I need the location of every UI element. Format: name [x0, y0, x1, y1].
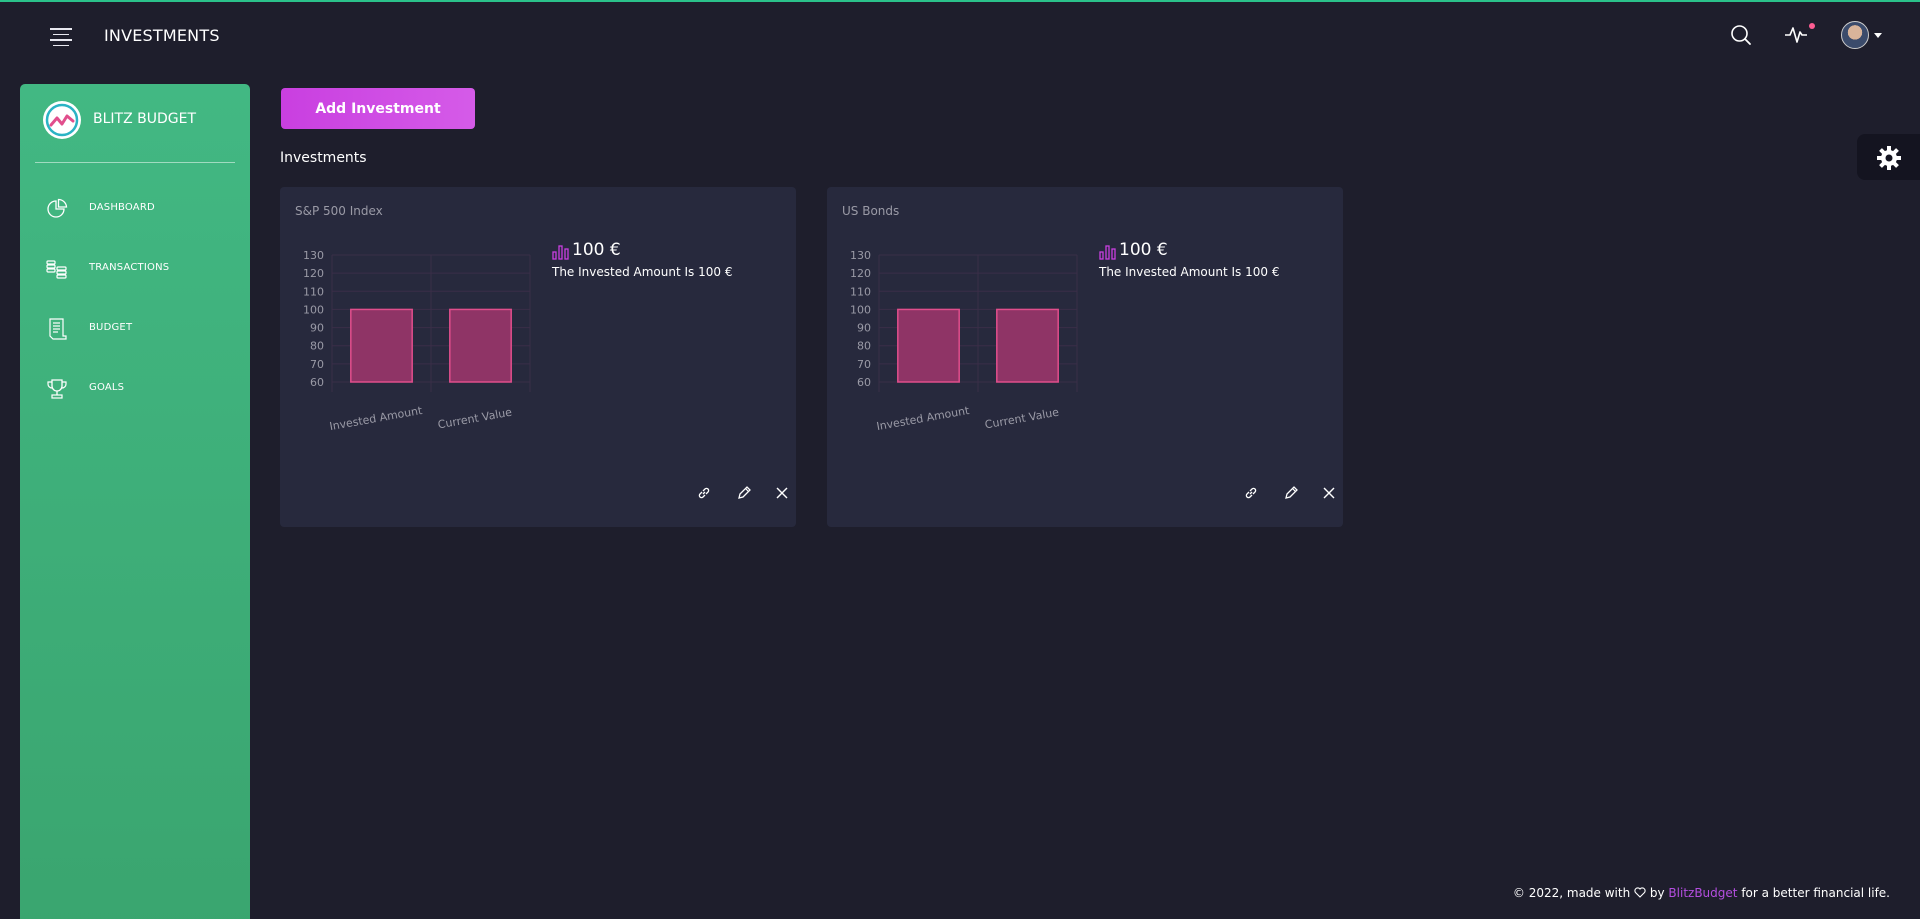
- sidebar: BLITZ BUDGET DASHBOARD TRANSACTIONS BUDG…: [20, 84, 250, 919]
- x-tick-label: Current Value: [984, 406, 1060, 432]
- trophy-icon: [46, 378, 68, 404]
- sidebar-item-label: TRANSACTIONS: [89, 262, 170, 273]
- y-tick-label: 70: [857, 358, 871, 371]
- page-title: INVESTMENTS: [104, 26, 220, 45]
- y-tick-label: 110: [850, 285, 871, 298]
- sidebar-item-goals[interactable]: GOALS: [46, 374, 236, 404]
- y-tick-label: 70: [310, 358, 324, 371]
- add-investment-button[interactable]: Add Investment: [281, 88, 475, 129]
- y-tick-label: 80: [857, 340, 871, 353]
- sidebar-item-label: GOALS: [89, 382, 125, 393]
- y-tick-label: 60: [857, 376, 871, 389]
- y-tick-label: 90: [857, 322, 871, 335]
- hamburger-icon[interactable]: [50, 28, 72, 46]
- investment-card: US Bonds 60 70 80 90 100 110 120 130 Invested Am…: [827, 187, 1343, 527]
- link-icon[interactable]: [697, 485, 711, 504]
- footer-prefix: © 2022, made with: [1512, 886, 1631, 900]
- investment-bar-chart: 60 70 80 90 100 110 120 130 Invested Amount Curre…: [850, 249, 1078, 433]
- y-tick-label: 130: [850, 249, 871, 262]
- link-icon[interactable]: [1244, 485, 1258, 504]
- sidebar-divider: [35, 162, 235, 163]
- bar: [350, 308, 413, 383]
- search-icon[interactable]: [1730, 24, 1752, 50]
- receipt-icon: [46, 318, 68, 344]
- bar: [996, 308, 1059, 383]
- close-icon[interactable]: [775, 485, 789, 504]
- bar-chart-icon: [552, 244, 570, 264]
- notification-dot: [1809, 23, 1815, 29]
- y-tick-label: 120: [850, 267, 871, 280]
- stat-value: 100 €: [1119, 240, 1168, 260]
- stat-description: The Invested Amount Is 100 €: [552, 265, 733, 279]
- heart-icon: [1634, 886, 1650, 900]
- avatar[interactable]: [1841, 21, 1869, 49]
- footer: © 2022, made with by BlitzBudget for a b…: [1513, 886, 1890, 900]
- bar: [897, 308, 960, 383]
- brand-name: BLITZ BUDGET: [93, 111, 197, 127]
- pencil-icon[interactable]: [737, 485, 751, 504]
- footer-by: by: [1649, 886, 1665, 900]
- sidebar-item-dashboard[interactable]: DASHBOARD: [46, 194, 236, 224]
- sidebar-item-budget[interactable]: BUDGET: [46, 314, 236, 344]
- footer-suffix: for a better financial life.: [1741, 886, 1890, 900]
- bar: [449, 308, 512, 383]
- x-tick-label: Invested Amount: [875, 404, 971, 433]
- y-tick-label: 90: [310, 322, 324, 335]
- brand-logo-icon: [43, 101, 81, 139]
- pulse-icon[interactable]: [1784, 24, 1808, 50]
- chevron-down-icon[interactable]: [1874, 33, 1882, 38]
- y-tick-label: 100: [303, 303, 324, 316]
- settings-toggle[interactable]: [1857, 134, 1920, 180]
- y-tick-label: 120: [303, 267, 324, 280]
- pie-chart-icon: [46, 198, 68, 224]
- stat-description: The Invested Amount Is 100 €: [1099, 265, 1280, 279]
- pencil-icon[interactable]: [1284, 485, 1298, 504]
- y-tick-label: 130: [303, 249, 324, 262]
- y-tick-label: 80: [310, 340, 324, 353]
- x-tick-label: Current Value: [437, 406, 513, 432]
- y-tick-label: 100: [850, 303, 871, 316]
- y-tick-label: 110: [303, 285, 324, 298]
- bar-chart-icon: [1099, 244, 1117, 264]
- footer-brand-link[interactable]: BlitzBudget: [1668, 886, 1737, 900]
- top-navbar: INVESTMENTS: [0, 2, 1920, 68]
- sidebar-item-transactions[interactable]: TRANSACTIONS: [46, 254, 236, 284]
- card-title: US Bonds: [842, 204, 900, 218]
- stat-value: 100 €: [572, 240, 621, 260]
- close-icon[interactable]: [1322, 485, 1336, 504]
- investment-card: S&P 500 Index 60 70 80 90 100 110 120 130 Invest…: [280, 187, 796, 527]
- x-tick-label: Invested Amount: [328, 404, 424, 433]
- y-tick-label: 60: [310, 376, 324, 389]
- card-title: S&P 500 Index: [295, 204, 383, 218]
- coins-icon: [46, 258, 68, 284]
- sidebar-item-label: BUDGET: [89, 322, 133, 333]
- sidebar-item-label: DASHBOARD: [89, 202, 155, 213]
- section-title: Investments: [280, 150, 367, 166]
- investment-bar-chart: 60 70 80 90 100 110 120 130 Invested Amount Curre…: [303, 249, 531, 433]
